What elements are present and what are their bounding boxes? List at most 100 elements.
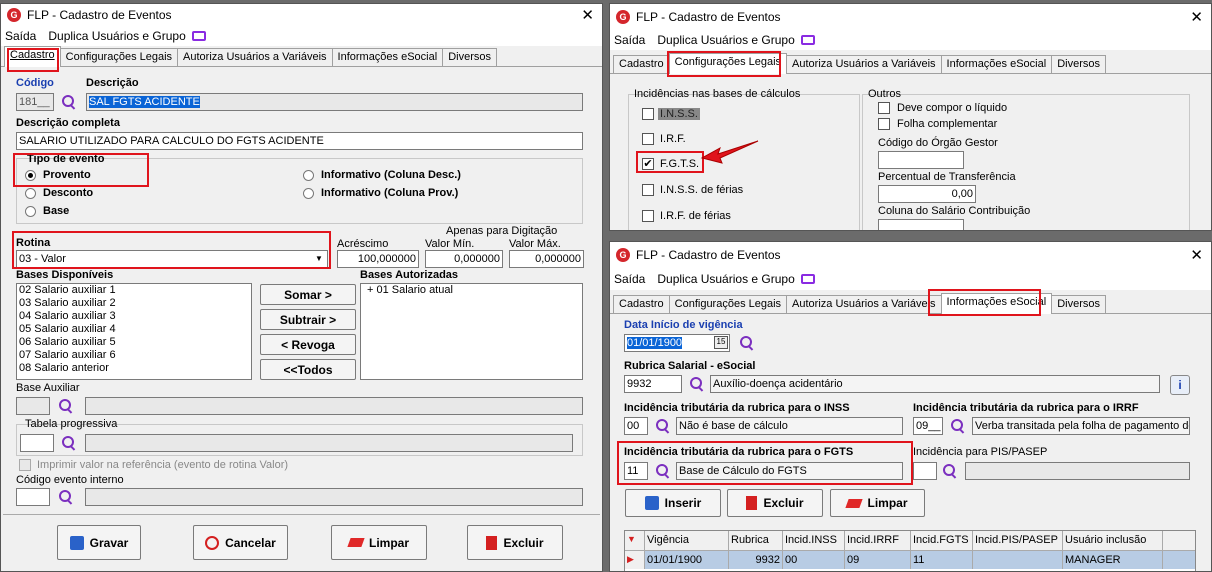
fgts-code-input[interactable]: 11 <box>624 462 648 480</box>
todos-button[interactable]: <<Todos <box>260 359 356 380</box>
search-icon[interactable] <box>942 463 958 479</box>
tab-autoriza[interactable]: Autoriza Usuários a Variáveis <box>786 55 942 73</box>
list-item[interactable]: 02 Salario auxiliar 1 <box>17 284 251 297</box>
irf-checkbox[interactable] <box>642 133 654 145</box>
fgts-checkbox[interactable]: ✔ <box>642 158 654 170</box>
limpar-button[interactable]: Limpar <box>830 489 925 517</box>
rotina-select[interactable]: 03 - Valor <box>16 250 328 268</box>
tab-esocial[interactable]: Informações eSocial <box>331 48 444 66</box>
folha-checkbox[interactable] <box>878 118 890 130</box>
tab-autoriza[interactable]: Autoriza Usuários a Variáveis <box>786 295 942 313</box>
bases-autorizadas-list[interactable]: + 01 Salario atual <box>360 283 583 380</box>
list-item[interactable]: 07 Salario auxiliar 6 <box>17 349 251 362</box>
search-icon[interactable] <box>950 418 966 434</box>
inss-checkbox[interactable] <box>642 108 654 120</box>
tab-cadastro[interactable]: Cadastro <box>613 55 670 73</box>
cod-interno-input[interactable] <box>16 488 50 506</box>
tab-configuracoes[interactable]: Configurações Legais <box>59 48 179 66</box>
tab-autoriza[interactable]: Autoriza Usuários a Variáveis <box>177 48 333 66</box>
list-item[interactable]: 05 Salario auxiliar 4 <box>17 323 251 336</box>
orgao-input[interactable] <box>878 151 964 169</box>
menu-saida[interactable]: Saída <box>5 29 36 43</box>
radio-desconto[interactable] <box>25 188 36 199</box>
col-usuario[interactable]: Usuário inclusão <box>1063 531 1163 550</box>
search-icon[interactable] <box>689 376 705 392</box>
monitor-icon[interactable] <box>800 274 815 284</box>
inss-code-input[interactable]: 00 <box>624 417 648 435</box>
bases-disponiveis-list[interactable]: 02 Salario auxiliar 1 03 Salario auxilia… <box>16 283 252 380</box>
col-incid-inss[interactable]: Incid.INSS <box>783 531 845 550</box>
tab-cadastro[interactable]: Cadastro <box>4 46 61 67</box>
list-item[interactable]: 04 Salario auxiliar 3 <box>17 310 251 323</box>
list-item[interactable]: + 01 Salario atual <box>361 284 582 297</box>
desc-completa-input[interactable]: SALARIO UTILIZADO PARA CALCULO DO FGTS A… <box>16 132 583 150</box>
excluir-button[interactable]: Excluir <box>727 489 823 517</box>
tab-cadastro[interactable]: Cadastro <box>613 295 670 313</box>
percentual-input[interactable]: 0,00 <box>878 185 976 203</box>
search-icon[interactable] <box>655 463 671 479</box>
search-icon[interactable] <box>655 418 671 434</box>
table-row[interactable]: ▶ 01/01/1900 9932 00 09 11 MANAGER <box>625 551 1195 569</box>
col-incid-pis[interactable]: Incid.PIS/PASEP <box>973 531 1063 550</box>
list-item[interactable]: 08 Salario anterior <box>17 362 251 375</box>
close-icon[interactable]: ✕ <box>581 6 594 24</box>
calendar-icon[interactable]: 15 <box>714 336 728 349</box>
tab-diversos[interactable]: Diversos <box>442 48 497 66</box>
col-incid-irrf[interactable]: Incid.IRRF <box>845 531 911 550</box>
search-icon[interactable] <box>58 489 74 505</box>
tab-configuracoes[interactable]: Configurações Legais <box>668 295 788 313</box>
tabela-input[interactable] <box>20 434 54 452</box>
revoga-button[interactable]: < Revoga <box>260 334 356 355</box>
deve-checkbox[interactable] <box>878 102 890 114</box>
somar-button[interactable]: Somar > <box>260 284 356 305</box>
valor-min-input[interactable]: 0,000000 <box>425 250 503 268</box>
search-icon[interactable] <box>61 435 77 451</box>
coluna-input[interactable] <box>878 219 964 230</box>
monitor-icon[interactable] <box>800 35 815 45</box>
tab-esocial[interactable]: Informações eSocial <box>940 293 1053 314</box>
col-vigencia[interactable]: Vigência <box>645 531 729 550</box>
menu-duplica[interactable]: Duplica Usuários e Grupo <box>657 33 794 47</box>
search-icon[interactable] <box>739 335 755 351</box>
excluir-button[interactable]: Excluir <box>467 525 563 560</box>
tab-diversos[interactable]: Diversos <box>1051 55 1106 73</box>
inserir-button[interactable]: Inserir <box>625 489 721 517</box>
search-icon[interactable] <box>61 94 77 110</box>
col-incid-fgts[interactable]: Incid.FGTS <box>911 531 973 550</box>
inss-ferias-checkbox[interactable] <box>642 184 654 196</box>
tab-esocial[interactable]: Informações eSocial <box>940 55 1053 73</box>
rubrica-code-input[interactable]: 9932 <box>624 375 682 393</box>
gravar-button[interactable]: Gravar <box>57 525 141 560</box>
pis-code-input[interactable] <box>913 462 937 480</box>
radio-informativo-prov[interactable] <box>303 188 314 199</box>
radio-informativo-desc[interactable] <box>303 170 314 181</box>
base-aux-input[interactable] <box>16 397 50 415</box>
subtrair-button[interactable]: Subtrair > <box>260 309 356 330</box>
list-item[interactable]: 03 Salario auxiliar 2 <box>17 297 251 310</box>
menu-duplica[interactable]: Duplica Usuários e Grupo <box>657 272 794 286</box>
chevron-down-icon[interactable]: ▼ <box>315 254 323 263</box>
search-icon[interactable] <box>58 398 74 414</box>
descricao-input[interactable]: SAL FGTS ACIDENTE <box>86 93 583 111</box>
limpar-button[interactable]: Limpar <box>331 525 427 560</box>
radio-base[interactable] <box>25 206 36 217</box>
menu-saida[interactable]: Saída <box>614 33 645 47</box>
irrf-code-input[interactable]: 09__ <box>913 417 943 435</box>
tab-diversos[interactable]: Diversos <box>1051 295 1106 313</box>
valor-max-input[interactable]: 0,000000 <box>509 250 584 268</box>
close-icon[interactable]: ✕ <box>1190 8 1203 26</box>
tab-configuracoes[interactable]: Configurações Legais <box>668 53 788 74</box>
radio-provento[interactable] <box>25 170 36 181</box>
info-icon[interactable]: i <box>1170 375 1190 395</box>
list-item[interactable]: 06 Salario auxiliar 5 <box>17 336 251 349</box>
monitor-icon[interactable] <box>191 31 206 41</box>
col-rubrica[interactable]: Rubrica <box>729 531 783 550</box>
close-icon[interactable]: ✕ <box>1190 246 1203 264</box>
cancelar-button[interactable]: Cancelar <box>193 525 288 560</box>
imprimir-checkbox[interactable] <box>19 459 31 471</box>
acrescimo-input[interactable]: 100,000000 <box>337 250 419 268</box>
irf-ferias-checkbox[interactable] <box>642 210 654 222</box>
codigo-input[interactable]: 181__ <box>16 93 54 111</box>
menu-duplica[interactable]: Duplica Usuários e Grupo <box>48 29 185 43</box>
menu-saida[interactable]: Saída <box>614 272 645 286</box>
